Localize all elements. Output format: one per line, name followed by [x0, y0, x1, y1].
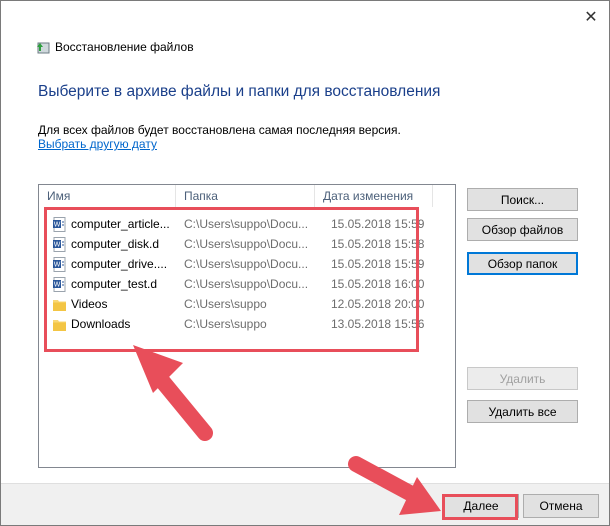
file-name: computer_drive.... [71, 257, 168, 271]
file-row[interactable]: Wcomputer_disk.d C:\Users\suppo\Docu... 15… [53, 234, 441, 254]
column-header-name[interactable]: Имя [39, 185, 176, 207]
choose-date-link[interactable]: Выбрать другую дату [38, 137, 157, 151]
file-date: 15.05.2018 16:00 [331, 277, 425, 291]
column-header-folder[interactable]: Папка [176, 185, 315, 207]
search-button[interactable]: Поиск... [467, 188, 578, 211]
word-document-icon: W [53, 276, 66, 292]
file-name-cell: Wcomputer_article... [53, 216, 176, 232]
file-name: Downloads [71, 317, 131, 331]
file-row[interactable]: Wcomputer_drive.... C:\Users\suppo\Docu..… [53, 254, 441, 274]
file-date: 15.05.2018 15:59 [331, 217, 425, 231]
info-text: Для всех файлов будет восстановлена сама… [38, 123, 401, 137]
remove-button[interactable]: Удалить [467, 367, 578, 390]
file-row[interactable]: Videos C:\Users\suppo 12.05.2018 20:00 [53, 294, 441, 314]
file-name: computer_article... [71, 217, 170, 231]
file-name-cell: Downloads [53, 317, 176, 332]
file-name-cell: Wcomputer_drive.... [53, 256, 176, 272]
svg-text:W: W [54, 241, 61, 248]
file-name: computer_disk.d [71, 237, 160, 251]
file-name: Videos [71, 297, 108, 311]
window-title: Восстановление файлов [55, 40, 194, 54]
folder-icon [53, 317, 66, 332]
file-list[interactable]: Имя Папка Дата изменения Wcomputer_artic… [38, 184, 456, 468]
browse-folders-button[interactable]: Обзор папок [467, 252, 578, 275]
close-button[interactable]: ✕ [579, 5, 603, 29]
word-document-icon: W [53, 256, 66, 272]
file-folder: C:\Users\suppo\Docu... [184, 217, 309, 231]
file-row[interactable]: Wcomputer_article... C:\Users\suppo\Docu.… [53, 214, 441, 234]
window-titlebar: Восстановление файлов [35, 37, 194, 57]
file-restore-window: ✕ Восстановление файлов Выберите в архив… [0, 0, 610, 526]
file-date: 13.05.2018 15:56 [331, 317, 425, 331]
file-name-cell: Videos [53, 297, 176, 312]
file-row[interactable]: Wcomputer_test.d C:\Users\suppo\Docu... 15… [53, 274, 441, 294]
file-name: computer_test.d [71, 277, 158, 291]
file-folder: C:\Users\suppo\Docu... [184, 257, 309, 271]
next-button[interactable]: Далее [443, 494, 519, 518]
word-document-icon: W [53, 216, 66, 232]
file-list-header: Имя Папка Дата изменения [39, 185, 455, 207]
file-folder: C:\Users\suppo\Docu... [184, 277, 309, 291]
file-date: 15.05.2018 15:59 [331, 257, 425, 271]
svg-text:W: W [54, 221, 61, 228]
file-folder: C:\Users\suppo [184, 317, 267, 331]
restore-app-icon [37, 42, 50, 54]
file-name-cell: Wcomputer_disk.d [53, 236, 176, 252]
file-name-cell: Wcomputer_test.d [53, 276, 176, 292]
file-date: 15.05.2018 15:58 [331, 237, 425, 251]
file-row[interactable]: Downloads C:\Users\suppo 13.05.2018 15:56 [53, 314, 441, 334]
remove-all-button[interactable]: Удалить все [467, 400, 578, 423]
folder-icon [53, 297, 66, 312]
column-header-date[interactable]: Дата изменения [315, 185, 433, 207]
word-document-icon: W [53, 236, 66, 252]
svg-text:W: W [54, 281, 61, 288]
cancel-button[interactable]: Отмена [523, 494, 599, 518]
browse-files-button[interactable]: Обзор файлов [467, 218, 578, 241]
file-rows: Wcomputer_article... C:\Users\suppo\Docu.… [53, 214, 441, 334]
svg-text:W: W [54, 261, 61, 268]
file-folder: C:\Users\suppo [184, 297, 267, 311]
page-title: Выберите в архиве файлы и папки для восс… [38, 83, 441, 100]
close-icon: ✕ [584, 9, 598, 26]
file-date: 12.05.2018 20:00 [331, 297, 425, 311]
file-folder: C:\Users\suppo\Docu... [184, 237, 309, 251]
